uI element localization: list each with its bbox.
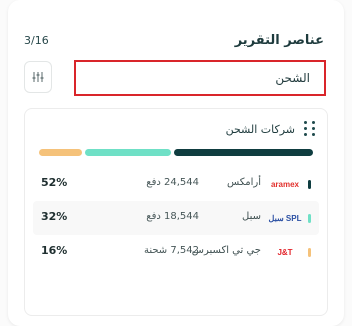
report-elements-panel: عناصر التقرير 3/16 شركات الشحن xyxy=(8,0,344,326)
jt-express-logo: J&T xyxy=(277,247,293,257)
elements-counter: 3/16 xyxy=(24,33,49,47)
list-item-spl: سبل SPL سبل 18,544 دفع 32% xyxy=(33,201,319,235)
panel-header: عناصر التقرير 3/16 xyxy=(24,30,324,50)
drag-handle-icon[interactable] xyxy=(303,121,315,137)
share-percent: 16% xyxy=(41,244,68,257)
card-header: شركات الشحن xyxy=(226,121,315,137)
company-name: جي تي اكسبرس xyxy=(191,245,261,256)
search-row xyxy=(24,60,326,96)
card-title: شركات الشحن xyxy=(225,122,295,136)
legend-dot xyxy=(308,180,311,189)
company-name: أرامكس xyxy=(226,177,261,188)
list-item-aramex: aramex أرامكس 24,544 دفع 52% xyxy=(33,167,319,201)
shipping-companies-card: شركات الشحن aramex أرامكس 24,544 دفع 52%… xyxy=(24,108,328,316)
aramex-logo: aramex xyxy=(270,179,300,189)
company-name: سبل xyxy=(242,211,261,222)
distribution-segment xyxy=(173,149,313,156)
spl-logo: سبل SPL xyxy=(268,213,302,223)
filter-button[interactable] xyxy=(24,61,52,93)
distribution-segment xyxy=(39,149,82,156)
share-percent: 32% xyxy=(41,210,68,223)
legend-dot xyxy=(308,214,311,223)
companies-list: aramex أرامكس 24,544 دفع 52% سبل SPL سبل… xyxy=(33,167,319,269)
shipment-count: 24,544 دفع xyxy=(146,177,199,188)
list-item-jt-express: J&T جي تي اكسبرس 7,542 شحنة 16% xyxy=(33,235,319,269)
search-box[interactable] xyxy=(74,60,326,96)
search-input[interactable] xyxy=(76,71,310,85)
shipment-count: 18,544 دفع xyxy=(146,211,199,222)
legend-dot xyxy=(308,248,311,257)
distribution-segment xyxy=(84,149,171,156)
share-percent: 52% xyxy=(41,176,68,189)
distribution-bar xyxy=(39,149,313,156)
shipment-count: 7,542 شحنة xyxy=(143,245,199,256)
sliders-icon xyxy=(32,72,44,82)
panel-title: عناصر التقرير xyxy=(234,32,324,48)
